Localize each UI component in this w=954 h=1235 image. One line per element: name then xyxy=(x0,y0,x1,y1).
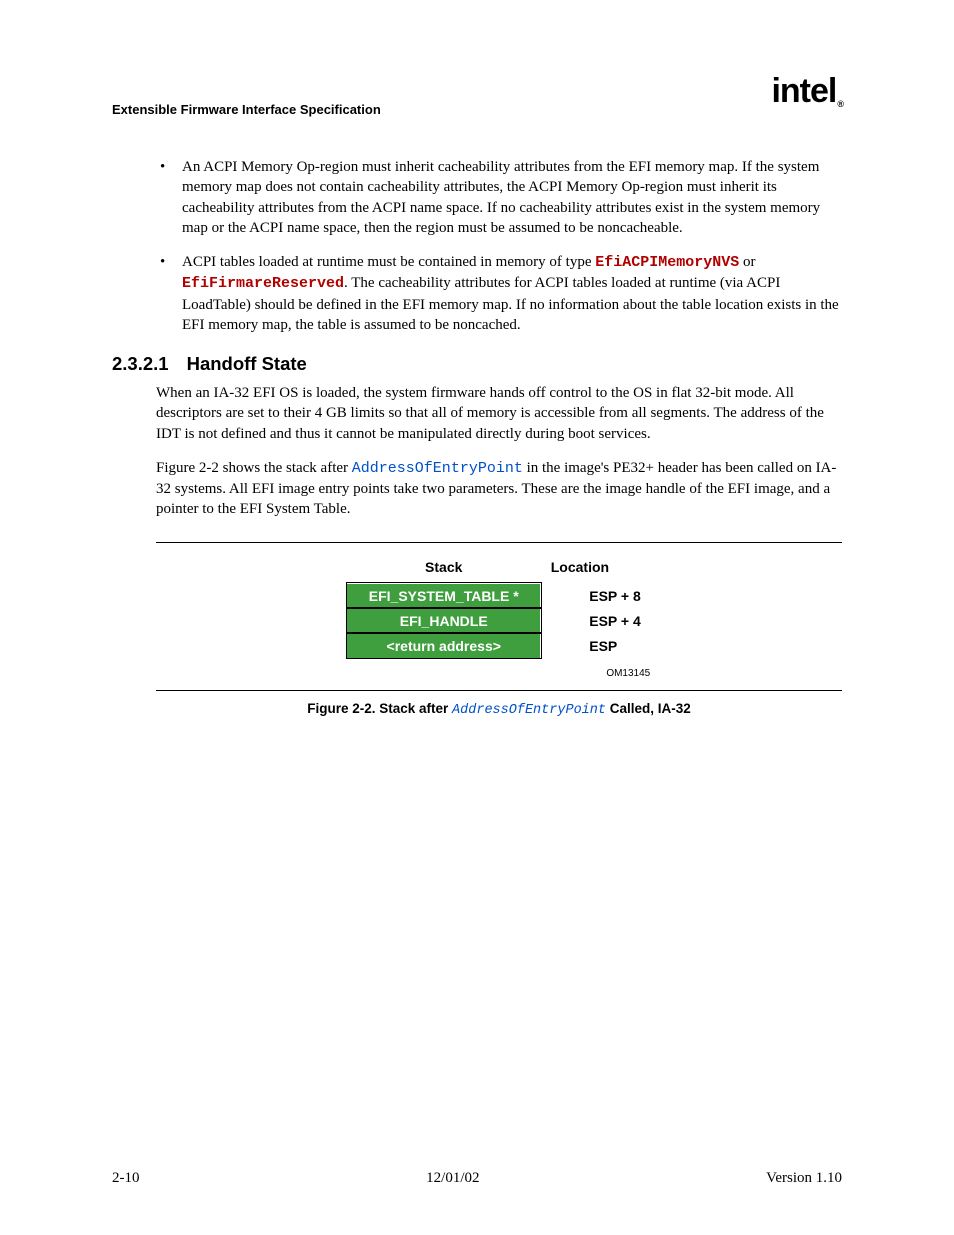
document-title: Extensible Firmware Interface Specificat… xyxy=(112,102,381,117)
figure-id: OM13145 xyxy=(541,658,652,680)
col-header-stack: Stack xyxy=(347,557,541,584)
page-number: 2-10 xyxy=(112,1170,140,1187)
stack-cell: EFI_SYSTEM_TABLE * xyxy=(347,583,541,608)
stack-cell: EFI_HANDLE xyxy=(347,608,541,633)
figure-stack-diagram: Stack Location EFI_SYSTEM_TABLE * ESP + … xyxy=(156,542,842,692)
bullet-item: An ACPI Memory Op-region must inherit ca… xyxy=(156,157,842,238)
intel-logo: intel® xyxy=(771,72,842,111)
section-title: Handoff State xyxy=(187,353,307,374)
table-row: EFI_HANDLE ESP + 4 xyxy=(347,608,652,633)
caption-text: Figure 2-2. Stack after xyxy=(307,701,452,716)
location-cell: ESP + 8 xyxy=(541,583,652,608)
bullet-list: An ACPI Memory Op-region must inherit ca… xyxy=(156,157,842,335)
code-identifier: AddressOfEntryPoint xyxy=(452,703,606,718)
location-cell: ESP xyxy=(541,633,652,658)
code-identifier: AddressOfEntryPoint xyxy=(352,460,523,477)
bullet-text: ACPI tables loaded at runtime must be co… xyxy=(182,254,595,270)
caption-text: Called, IA-32 xyxy=(606,701,691,716)
section-number: 2.3.2.1 xyxy=(112,353,169,374)
page-header: Extensible Firmware Interface Specificat… xyxy=(112,78,842,117)
table-row: <return address> ESP xyxy=(347,633,652,658)
bullet-text: An ACPI Memory Op-region must inherit ca… xyxy=(182,159,820,236)
location-cell: ESP + 4 xyxy=(541,608,652,633)
stack-table: Stack Location EFI_SYSTEM_TABLE * ESP + … xyxy=(346,557,652,681)
main-content: An ACPI Memory Op-region must inherit ca… xyxy=(156,157,842,718)
col-header-location: Location xyxy=(541,557,652,584)
body-paragraph: When an IA-32 EFI OS is loaded, the syst… xyxy=(156,383,842,444)
bullet-text: or xyxy=(739,254,755,270)
code-identifier: EfiFirmareReserved xyxy=(182,275,344,292)
para-text: Figure 2-2 shows the stack after xyxy=(156,460,352,476)
version-label: Version 1.10 xyxy=(766,1170,842,1187)
stack-cell: <return address> xyxy=(347,633,541,658)
code-identifier: EfiACPIMemoryNVS xyxy=(595,254,739,271)
page-footer: 2-10 12/01/02 Version 1.10 xyxy=(112,1170,842,1187)
bullet-item: ACPI tables loaded at runtime must be co… xyxy=(156,252,842,335)
registered-icon: ® xyxy=(837,99,843,109)
body-paragraph: Figure 2-2 shows the stack after Address… xyxy=(156,458,842,520)
figure-caption: Figure 2-2. Stack after AddressOfEntryPo… xyxy=(156,701,842,718)
footer-date: 12/01/02 xyxy=(426,1170,479,1187)
logo-text: intel xyxy=(771,72,836,110)
table-row: EFI_SYSTEM_TABLE * ESP + 8 xyxy=(347,583,652,608)
section-heading: 2.3.2.1 Handoff State xyxy=(112,353,842,375)
